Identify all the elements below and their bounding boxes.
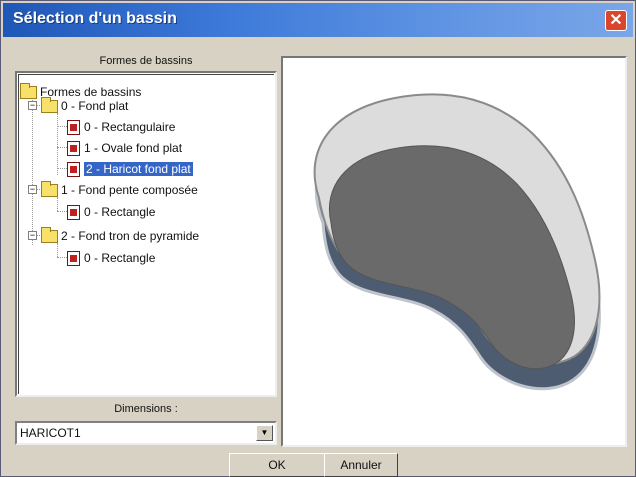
pool-shape-icon — [67, 204, 80, 220]
tree-content: Formes de bassins − 0 - Fond plat 0 - Re… — [18, 74, 274, 394]
pool-preview — [281, 56, 627, 447]
pool-shape-icon — [67, 119, 80, 135]
cancel-button[interactable]: Annuler — [324, 453, 398, 477]
tree-group-label: 2 - Fond tron de pyramide — [61, 229, 200, 243]
close-button[interactable]: ✕ — [605, 10, 627, 31]
tree-item-ovale[interactable]: 1 - Ovale fond plat — [67, 139, 182, 157]
pool-3d-preview-image — [313, 93, 601, 391]
tree-connector — [57, 197, 58, 211]
title-bar: Sélection d'un bassin ✕ — [3, 3, 633, 37]
tree-item-label: 0 - Rectangle — [84, 205, 156, 219]
close-icon: ✕ — [609, 12, 623, 29]
pool-shape-tree[interactable]: Formes de bassins − 0 - Fond plat 0 - Re… — [15, 71, 277, 397]
tree-item-label: 0 - Rectangle — [84, 251, 156, 265]
chevron-down-icon[interactable]: ▼ — [256, 425, 273, 441]
pool-shape-icon — [67, 250, 80, 266]
pool-shape-icon — [67, 161, 80, 177]
tree-group-label: 0 - Fond plat — [61, 99, 129, 113]
folder-icon — [41, 180, 58, 197]
tree-item-rectangulaire[interactable]: 0 - Rectangulaire — [67, 118, 175, 136]
tree-connector — [57, 126, 67, 127]
folder-icon — [41, 96, 58, 113]
tree-group-fond-pente[interactable]: 1 - Fond pente composée — [41, 180, 198, 199]
tree-connector — [57, 168, 67, 169]
pool-shape-icon — [67, 140, 80, 156]
dimensions-select[interactable]: HARICOT1 ▼ — [15, 421, 277, 445]
tree-column-header: Formes de bassins — [99, 55, 193, 67]
tree-group-label: 1 - Fond pente composée — [61, 183, 198, 197]
dimensions-value: HARICOT1 — [20, 426, 81, 440]
window-title: Sélection d'un bassin — [13, 10, 177, 27]
collapse-icon[interactable]: − — [28, 231, 37, 240]
tree-connector — [57, 211, 67, 212]
collapse-icon[interactable]: − — [28, 101, 37, 110]
tree-connector — [57, 243, 58, 257]
collapse-icon[interactable]: − — [28, 185, 37, 194]
tree-item-rectangle[interactable]: 0 - Rectangle — [67, 203, 155, 221]
dimensions-label: Dimensions : — [114, 403, 178, 415]
ok-button[interactable]: OK — [229, 453, 325, 477]
tree-group-tron-pyramide[interactable]: 2 - Fond tron de pyramide — [41, 226, 200, 245]
tree-connector — [32, 95, 33, 245]
pool-selection-dialog: Sélection d'un bassin ✕ Formes de bassin… — [0, 0, 636, 477]
tree-group-fond-plat[interactable]: 0 - Fond plat — [41, 96, 129, 115]
tree-item-label: 1 - Ovale fond plat — [84, 141, 183, 155]
tree-item-label: 0 - Rectangulaire — [84, 120, 176, 134]
folder-icon — [20, 82, 37, 99]
tree-item-rectangle[interactable]: 0 - Rectangle — [67, 249, 155, 267]
tree-item-haricot-selected[interactable]: 2 - Haricot fond plat — [67, 160, 193, 178]
tree-connector — [57, 147, 67, 148]
tree-connector — [57, 257, 67, 258]
folder-icon — [41, 226, 58, 243]
tree-item-label: 2 - Haricot fond plat — [84, 162, 193, 176]
tree-connector — [57, 113, 58, 175]
